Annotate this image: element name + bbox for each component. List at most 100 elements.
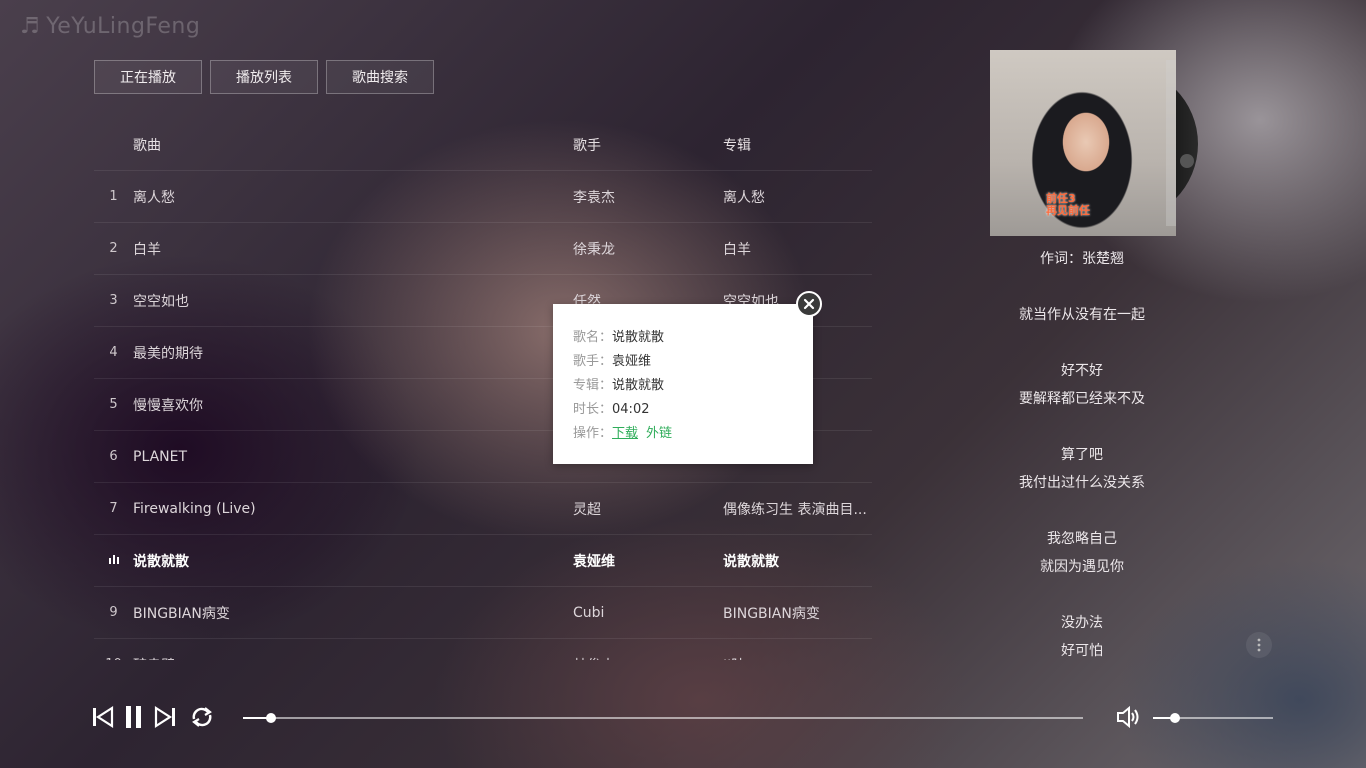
popup-ops-label: 操作： bbox=[573, 426, 613, 441]
song-singer: 灵超 bbox=[573, 501, 601, 518]
lyric-line: 就当作从没有在一起 bbox=[1019, 307, 1145, 323]
logo-text: YeYuLingFeng bbox=[46, 14, 201, 39]
pause-button[interactable] bbox=[121, 704, 147, 730]
song-number: 9 bbox=[109, 605, 118, 620]
lyric-line bbox=[992, 497, 1172, 525]
popup-duration-label: 时长： bbox=[573, 402, 613, 417]
external-link[interactable]: 外链 bbox=[646, 426, 672, 441]
song-number: 3 bbox=[109, 293, 118, 308]
previous-icon bbox=[93, 705, 114, 729]
previous-button[interactable] bbox=[90, 704, 116, 730]
lyric-line: 没办法 bbox=[1061, 615, 1103, 631]
song-singer: 徐秉龙 bbox=[573, 241, 615, 258]
header-singer: 歌手 bbox=[573, 138, 601, 154]
song-number: 5 bbox=[109, 397, 118, 412]
song-album: 离人愁 bbox=[723, 189, 765, 206]
song-row[interactable]: 10醉赤壁林俊杰JJ陆 bbox=[94, 639, 872, 660]
song-number: 2 bbox=[109, 241, 118, 256]
popup-duration-value: 04:02 bbox=[612, 402, 650, 417]
popup-name-label: 歌名： bbox=[573, 330, 613, 345]
song-name: 醉赤壁 bbox=[133, 655, 573, 661]
song-row[interactable]: 7 Firewalking (Live) 灵超 偶像练习生 表演曲目... bbox=[94, 483, 872, 535]
popup-ops-line: 操作：下载 外链 bbox=[573, 422, 793, 446]
song-row-playing[interactable]: 说散就散 袁娅维 说散就散 bbox=[94, 535, 872, 587]
progress-handle[interactable] bbox=[265, 713, 276, 723]
more-vertical-icon bbox=[1257, 638, 1261, 652]
album-cover: 前任3 再见前任 bbox=[990, 50, 1176, 236]
more-options-button[interactable] bbox=[1246, 632, 1272, 658]
lyric-line: 我忽略自己 bbox=[1047, 531, 1117, 547]
lyric-line: 好不好 bbox=[1061, 363, 1103, 379]
popup-album-value: 说散就散 bbox=[612, 378, 665, 393]
nav-tabs: 正在播放 播放列表 歌曲搜索 bbox=[94, 60, 434, 94]
app-logo: ♬ YeYuLingFeng bbox=[20, 14, 200, 39]
song-name: 说散就散 bbox=[133, 553, 189, 570]
song-album: BINGBIAN病变 bbox=[723, 605, 820, 622]
list-header: 歌曲 歌手 专辑 bbox=[94, 120, 872, 171]
song-name: 白羊 bbox=[133, 241, 161, 258]
volume-button[interactable] bbox=[1115, 704, 1141, 730]
lyric-line: 算了吧 bbox=[1061, 447, 1103, 463]
popup-singer-value: 袁娅维 bbox=[612, 354, 652, 369]
song-name: Firewalking (Live) bbox=[133, 500, 256, 517]
song-row[interactable]: 1 离人愁 李袁杰 离人愁 bbox=[94, 171, 872, 223]
progress-bar[interactable] bbox=[243, 713, 1083, 723]
song-singer: 李袁杰 bbox=[573, 189, 615, 206]
song-number: 7 bbox=[109, 501, 118, 516]
volume-icon bbox=[1117, 705, 1139, 729]
song-name: 离人愁 bbox=[133, 189, 175, 206]
tab-song-search[interactable]: 歌曲搜索 bbox=[326, 60, 434, 94]
song-album: 说散就散 bbox=[723, 553, 779, 570]
next-icon bbox=[154, 705, 175, 729]
song-name: 最美的期待 bbox=[133, 345, 203, 362]
volume-handle[interactable] bbox=[1169, 713, 1180, 723]
popup-name-line: 歌名：说散就散 bbox=[573, 326, 793, 350]
lyrics-panel: 作词：张楚翘就当作从没有在一起 好不好要解释都已经来不及 算了吧我付出过什么没关系我… bbox=[992, 245, 1172, 665]
song-row[interactable]: 2 白羊 徐秉龙 白羊 bbox=[94, 223, 872, 275]
album-cover-area: 前任3 再见前任 bbox=[990, 50, 1210, 236]
song-row[interactable]: 9 BINGBIAN病变 Cubi BINGBIAN病变 bbox=[94, 587, 872, 639]
popup-name-value: 说散就散 bbox=[612, 330, 665, 345]
lyric-line: 作词：张楚翘 bbox=[1040, 251, 1124, 267]
song-singer: Cubi bbox=[573, 604, 605, 621]
download-link[interactable]: 下载 bbox=[612, 426, 638, 441]
song-name: BINGBIAN病变 bbox=[133, 605, 230, 622]
song-name: PLANET bbox=[133, 448, 188, 465]
lyric-line: 要解释都已经来不及 bbox=[1019, 391, 1145, 407]
song-info-popup: 歌名：说散就散 歌手：袁娅维 专辑：说散就散 时长：04:02 操作：下载 外链 bbox=[553, 304, 813, 464]
lyric-line bbox=[992, 273, 1172, 301]
close-icon bbox=[803, 298, 815, 310]
player-bar bbox=[0, 698, 1366, 738]
repeat-icon bbox=[192, 707, 212, 727]
song-album: 白羊 bbox=[723, 241, 751, 258]
popup-album-label: 专辑： bbox=[573, 378, 613, 393]
tab-now-playing[interactable]: 正在播放 bbox=[94, 60, 202, 94]
pause-icon bbox=[126, 706, 141, 728]
song-name: 慢慢喜欢你 bbox=[133, 397, 203, 414]
song-number: 4 bbox=[109, 345, 118, 360]
lyric-line bbox=[992, 413, 1172, 441]
lyric-line bbox=[992, 329, 1172, 357]
song-name: 空空如也 bbox=[133, 293, 189, 310]
next-button[interactable] bbox=[152, 704, 178, 730]
lyric-line bbox=[992, 581, 1172, 609]
lyric-line: 我付出过什么没关系 bbox=[1019, 475, 1145, 491]
song-album: 偶像练习生 表演曲目... bbox=[723, 501, 867, 518]
volume-slider[interactable] bbox=[1153, 713, 1273, 723]
tab-playlist[interactable]: 播放列表 bbox=[210, 60, 318, 94]
popup-duration-line: 时长：04:02 bbox=[573, 398, 793, 422]
popup-singer-label: 歌手： bbox=[573, 354, 613, 369]
popup-close-button[interactable] bbox=[796, 291, 822, 317]
song-album: JJ陆 bbox=[723, 655, 871, 661]
song-number: 1 bbox=[109, 189, 118, 204]
popup-album-line: 专辑：说散就散 bbox=[573, 374, 793, 398]
song-singer: 袁娅维 bbox=[573, 553, 615, 570]
header-album: 专辑 bbox=[723, 138, 751, 154]
song-singer: 林俊杰 bbox=[573, 655, 723, 661]
song-number: 6 bbox=[109, 449, 118, 464]
playing-bars-icon bbox=[94, 553, 133, 568]
lyric-line: 就因为遇见你 bbox=[1040, 559, 1124, 575]
song-number: 10 bbox=[94, 657, 133, 660]
music-note-icon: ♬ bbox=[20, 14, 41, 39]
repeat-button[interactable] bbox=[189, 704, 215, 730]
